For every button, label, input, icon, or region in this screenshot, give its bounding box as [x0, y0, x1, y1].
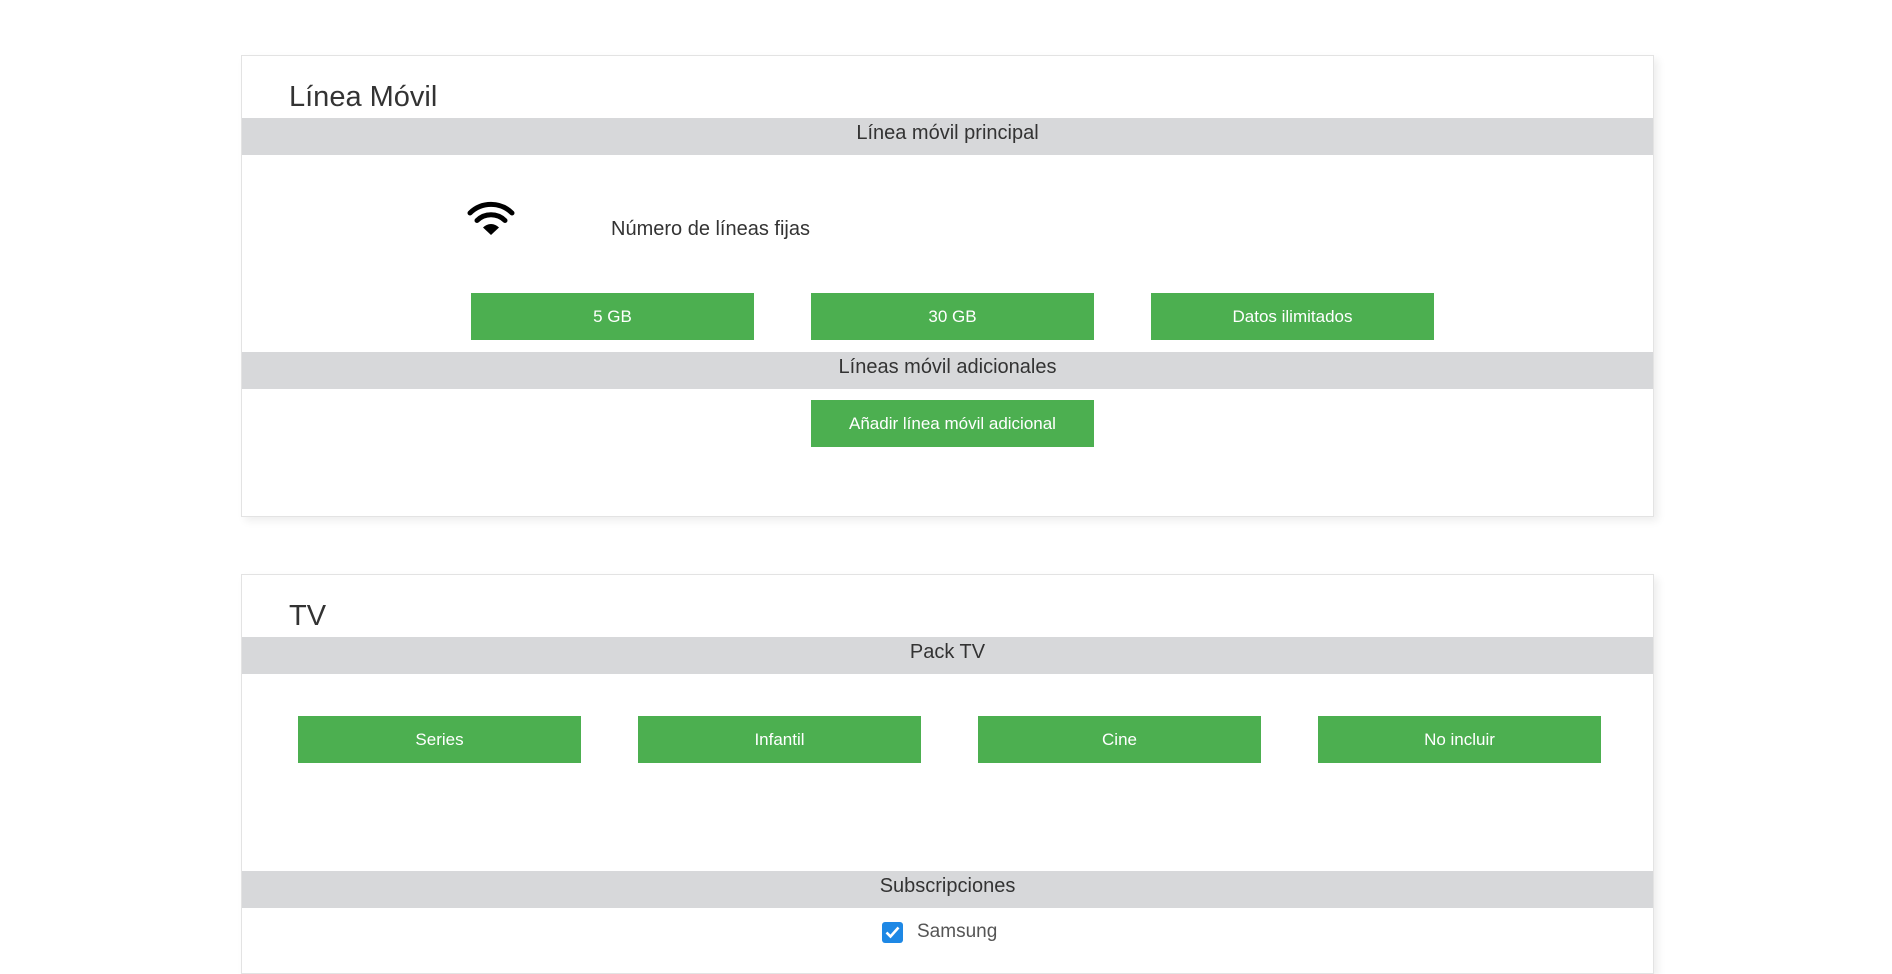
lines-label: Número de líneas fijas	[611, 218, 810, 240]
tv-title: TV	[289, 600, 327, 632]
tv-card: TV Pack TV Series Infantil Cine No inclu…	[241, 574, 1654, 974]
pack-infantil-button[interactable]: Infantil	[638, 716, 921, 763]
check-icon	[885, 926, 900, 938]
movil-title: Línea Móvil	[289, 81, 438, 113]
data-unlimited-button[interactable]: Datos ilimitados	[1151, 293, 1434, 340]
samsung-checkbox[interactable]	[882, 921, 903, 943]
add-line-button[interactable]: Añadir línea móvil adicional	[811, 400, 1094, 447]
data-5gb-button[interactable]: 5 GB	[471, 293, 754, 340]
pack-no-incluir-button[interactable]: No incluir	[1318, 716, 1601, 763]
data-30gb-button[interactable]: 30 GB	[811, 293, 1094, 340]
subscriptions-band: Subscripciones	[242, 871, 1653, 908]
subscription-item[interactable]: Samsung	[882, 920, 997, 944]
principal-band: Línea móvil principal	[242, 118, 1653, 155]
pack-cine-button[interactable]: Cine	[978, 716, 1261, 763]
samsung-label: Samsung	[917, 921, 998, 942]
adicionales-band: Líneas móvil adicionales	[242, 352, 1653, 389]
pack-series-button[interactable]: Series	[298, 716, 581, 763]
movil-card: Línea Móvil Línea móvil principal Número…	[241, 55, 1654, 517]
pack-band: Pack TV	[242, 637, 1653, 674]
wifi-icon	[467, 201, 515, 235]
